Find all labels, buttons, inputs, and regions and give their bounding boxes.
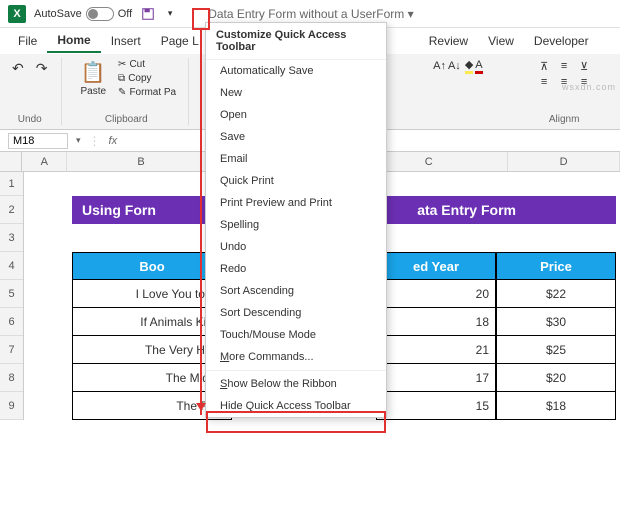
ribbon-group-clipboard: 📋 Paste ✂Cut ⧉Copy ✎Format Pa Clipboard <box>74 58 189 125</box>
document-title: Data Entry Form without a UserForm ▾ <box>208 7 413 21</box>
copy-button[interactable]: ⧉Copy <box>116 72 178 85</box>
menu-redo[interactable]: Redo <box>206 258 386 280</box>
fill-color-button[interactable]: ◆ <box>465 58 473 74</box>
cell-price[interactable]: $20 <box>496 364 616 392</box>
alignment-group-label: Alignm <box>535 114 593 125</box>
cell-price[interactable]: $30 <box>496 308 616 336</box>
row-header-9[interactable]: 9 <box>0 392 23 420</box>
row-header-2[interactable]: 2 <box>0 196 23 224</box>
menu-email[interactable]: Email <box>206 148 386 170</box>
menu-auto-save[interactable]: Automatically Save <box>206 60 386 82</box>
paste-icon: 📋 <box>81 60 106 85</box>
tab-home[interactable]: Home <box>47 29 100 53</box>
cell-year[interactable]: 21 <box>376 336 496 364</box>
th-year: ed Year <box>376 252 496 280</box>
cell-price[interactable]: $22 <box>496 280 616 308</box>
banner-text-right: ata Entry Form <box>417 202 516 218</box>
select-all-button[interactable] <box>0 152 22 171</box>
cut-button[interactable]: ✂Cut <box>116 58 178 71</box>
row-header-8[interactable]: 8 <box>0 364 23 392</box>
align-middle-icon[interactable]: ≡ <box>555 58 573 74</box>
font-size-up-icon[interactable]: A↑ <box>433 60 446 72</box>
toggle-off-icon[interactable] <box>86 7 114 21</box>
autosave-toggle[interactable]: AutoSave Off <box>34 7 132 21</box>
excel-icon: X <box>8 5 26 23</box>
format-painter-button[interactable]: ✎Format Pa <box>116 86 178 99</box>
cell-year[interactable]: 20 <box>376 280 496 308</box>
row-header-5[interactable]: 5 <box>0 280 23 308</box>
save-icon[interactable] <box>140 6 156 22</box>
ribbon-group-font: A↑ A↓ ◆ A <box>433 58 523 125</box>
watermark: wsxdn.com <box>562 82 616 92</box>
menu-separator <box>206 370 386 371</box>
font-size-down-icon[interactable]: A↓ <box>448 60 461 72</box>
paste-button[interactable]: 📋 Paste <box>74 58 112 99</box>
menu-spelling[interactable]: Spelling <box>206 214 386 236</box>
redo-icon: ↷ <box>36 60 48 77</box>
banner-text-left: Using Forn <box>82 202 156 218</box>
quick-access-dropdown[interactable]: ▾ <box>164 7 176 21</box>
tab-file[interactable]: File <box>8 30 47 52</box>
menu-open[interactable]: Open <box>206 104 386 126</box>
row-header-7[interactable]: 7 <box>0 336 23 364</box>
tab-view[interactable]: View <box>478 30 524 52</box>
align-bottom-icon[interactable]: ⊻ <box>575 58 593 74</box>
menu-quick-print[interactable]: Quick Print <box>206 170 386 192</box>
col-header-b[interactable]: B <box>67 152 216 171</box>
menu-sort-asc[interactable]: Sort Ascending <box>206 280 386 302</box>
autosave-label: AutoSave <box>34 8 82 20</box>
menu-new[interactable]: New <box>206 82 386 104</box>
annotation-arrow <box>200 29 202 415</box>
row-headers: 1 2 3 4 5 6 7 8 9 <box>0 172 24 420</box>
menu-undo[interactable]: Undo <box>206 236 386 258</box>
undo-button[interactable]: ↶ <box>8 58 28 79</box>
col-header-a[interactable]: A <box>22 152 67 171</box>
row-header-4[interactable]: 4 <box>0 252 23 280</box>
menu-show-below[interactable]: Show Below the Ribbon <box>206 373 386 395</box>
menu-hide-qat[interactable]: Hide Quick Access Toolbar <box>206 395 386 417</box>
menu-touch-mouse[interactable]: Touch/Mouse Mode <box>206 324 386 346</box>
col-header-d[interactable]: D <box>508 152 620 171</box>
menu-more-commands[interactable]: More Commands... <box>206 346 386 368</box>
menu-save[interactable]: Save <box>206 126 386 148</box>
qat-customize-menu: Customize Quick Access Toolbar Automatic… <box>205 22 387 418</box>
undo-icon: ↶ <box>12 60 24 77</box>
row-header-1[interactable]: 1 <box>0 172 23 196</box>
tab-developer[interactable]: Developer <box>524 30 599 52</box>
th-price: Price <box>496 252 616 280</box>
cell-year[interactable]: 15 <box>376 392 496 420</box>
undo-group-label: Undo <box>8 114 51 125</box>
name-box[interactable] <box>8 133 68 149</box>
menu-title: Customize Quick Access Toolbar <box>206 23 386 60</box>
row-header-3[interactable]: 3 <box>0 224 23 252</box>
dropdown-icon[interactable]: ▾ <box>76 135 81 146</box>
ribbon-group-undo: ↶ ↷ Undo <box>8 58 62 125</box>
cell-price[interactable]: $25 <box>496 336 616 364</box>
copy-icon: ⧉ <box>118 73 125 84</box>
cell-year[interactable]: 17 <box>376 364 496 392</box>
menu-sort-desc[interactable]: Sort Descending <box>206 302 386 324</box>
brush-icon: ✎ <box>118 87 126 98</box>
autosave-state: Off <box>118 8 132 20</box>
font-color-button[interactable]: A <box>475 59 482 74</box>
align-left-icon[interactable]: ≡ <box>535 74 553 90</box>
menu-print-preview[interactable]: Print Preview and Print <box>206 192 386 214</box>
tab-review[interactable]: Review <box>419 30 478 52</box>
cell-year[interactable]: 18 <box>376 308 496 336</box>
cell-price[interactable]: $18 <box>496 392 616 420</box>
align-top-icon[interactable]: ⊼ <box>535 58 553 74</box>
redo-button[interactable]: ↷ <box>32 58 52 79</box>
clipboard-group-label: Clipboard <box>74 114 178 125</box>
scissors-icon: ✂ <box>118 59 126 70</box>
fx-icon[interactable]: fx <box>109 135 118 147</box>
row-header-6[interactable]: 6 <box>0 308 23 336</box>
tab-insert[interactable]: Insert <box>101 30 151 52</box>
